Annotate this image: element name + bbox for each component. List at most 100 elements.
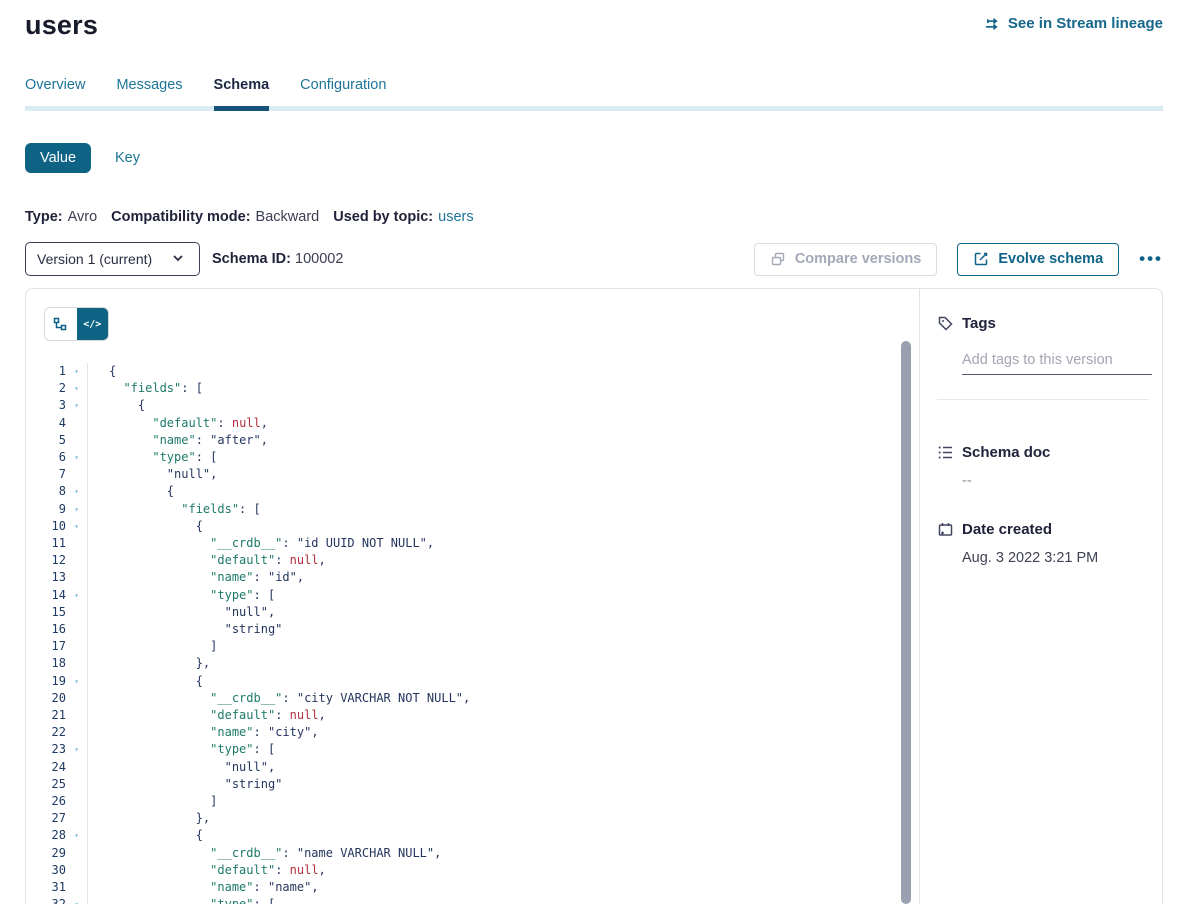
code-text: "default": null, [87, 862, 919, 879]
code-text: { [87, 827, 919, 844]
code-text: ] [87, 638, 919, 655]
fold-spacer [66, 604, 87, 621]
list-icon [937, 444, 954, 461]
code-line: 28▾ { [44, 827, 919, 844]
line-number: 13 [44, 569, 66, 586]
fold-spacer [66, 793, 87, 810]
code-text: { [87, 483, 919, 500]
code-line: 9▾ "fields": [ [44, 501, 919, 518]
tab-messages[interactable]: Messages [116, 77, 182, 106]
fold-spacer [66, 432, 87, 449]
more-options-button[interactable]: ••• [1139, 249, 1163, 269]
edit-icon [973, 251, 990, 268]
sidebar-divider [937, 399, 1149, 400]
line-number: 6 [44, 449, 66, 466]
code-text: "string" [87, 776, 919, 793]
code-line: 18 }, [44, 655, 919, 672]
code-text: "__crdb__": "name VARCHAR NULL", [87, 845, 919, 862]
line-number: 8 [44, 483, 66, 500]
fold-arrow-icon[interactable]: ▾ [66, 363, 87, 380]
type-label: Type: [25, 209, 63, 225]
tab-bar: Overview Messages Schema Configuration [25, 77, 1163, 106]
code-line: 15 "null", [44, 604, 919, 621]
used-by-topic-label: Used by topic: [333, 209, 433, 225]
see-in-stream-lineage-link[interactable]: See in Stream lineage [984, 15, 1163, 32]
stream-lineage-icon [984, 15, 1001, 32]
fold-arrow-icon[interactable]: ▾ [66, 483, 87, 500]
fold-spacer [66, 466, 87, 483]
fold-spacer [66, 415, 87, 432]
fold-arrow-icon[interactable]: ▾ [66, 380, 87, 397]
line-number: 11 [44, 535, 66, 552]
compatibility-value: Backward [256, 209, 320, 225]
code-text: "type": [ [87, 587, 919, 604]
editor-view-toggle: </> [44, 307, 109, 341]
fold-arrow-icon[interactable]: ▾ [66, 449, 87, 466]
code-text: "default": null, [87, 415, 919, 432]
schema-doc-heading: Schema doc [937, 444, 1149, 461]
page-title: users [25, 10, 98, 41]
code-text: "fields": [ [87, 380, 919, 397]
code-line: 24 "null", [44, 759, 919, 776]
line-number: 1 [44, 363, 66, 380]
code-text: "default": null, [87, 552, 919, 569]
value-tab-button[interactable]: Value [25, 143, 91, 173]
tab-overview[interactable]: Overview [25, 77, 85, 106]
schema-editor: </> 1▾{2▾ "fields": [3▾ {4 "default": nu… [26, 289, 919, 904]
code-line: 29 "__crdb__": "name VARCHAR NULL", [44, 845, 919, 862]
code-line: 32▾ "type": [ [44, 896, 919, 904]
code-line: 27 }, [44, 810, 919, 827]
line-number: 30 [44, 862, 66, 879]
code-line: 10▾ { [44, 518, 919, 535]
code-view-icon: </> [83, 319, 101, 330]
code-text: "default": null, [87, 707, 919, 724]
fold-arrow-icon[interactable]: ▾ [66, 673, 87, 690]
tags-heading: Tags [937, 315, 1149, 332]
fold-arrow-icon[interactable]: ▾ [66, 397, 87, 414]
line-number: 22 [44, 724, 66, 741]
evolve-schema-button[interactable]: Evolve schema [957, 243, 1119, 276]
date-created-heading: Date created [937, 521, 1149, 538]
line-number: 9 [44, 501, 66, 518]
line-number: 28 [44, 827, 66, 844]
line-number: 20 [44, 690, 66, 707]
code-line: 19▾ { [44, 673, 919, 690]
used-by-topic-link[interactable]: users [438, 209, 473, 225]
code-line: 7 "null", [44, 466, 919, 483]
fold-arrow-icon[interactable]: ▾ [66, 827, 87, 844]
tab-track [25, 106, 1163, 111]
code-line: 26 ] [44, 793, 919, 810]
tab-configuration[interactable]: Configuration [300, 77, 386, 106]
code-text: ] [87, 793, 919, 810]
fold-spacer [66, 759, 87, 776]
schema-doc-value: -- [962, 473, 1149, 489]
code-text: "null", [87, 759, 919, 776]
fold-arrow-icon[interactable]: ▾ [66, 501, 87, 518]
fold-arrow-icon[interactable]: ▾ [66, 741, 87, 758]
schema-panel: </> 1▾{2▾ "fields": [3▾ {4 "default": nu… [25, 288, 1163, 904]
code-text: "name": "name", [87, 879, 919, 896]
line-number: 5 [44, 432, 66, 449]
fold-arrow-icon[interactable]: ▾ [66, 518, 87, 535]
code-view-button[interactable]: </> [77, 308, 109, 340]
tree-view-button[interactable] [45, 308, 77, 340]
line-number: 18 [44, 655, 66, 672]
schema-id: Schema ID: 100002 [212, 251, 343, 267]
compare-versions-button[interactable]: Compare versions [754, 243, 938, 276]
add-tags-input[interactable] [962, 350, 1152, 375]
fold-arrow-icon[interactable]: ▾ [66, 587, 87, 604]
code-line: 2▾ "fields": [ [44, 380, 919, 397]
code-line: 23▾ "type": [ [44, 741, 919, 758]
line-number: 32 [44, 896, 66, 904]
tag-icon [937, 315, 954, 332]
fold-arrow-icon[interactable]: ▾ [66, 896, 87, 904]
line-number: 27 [44, 810, 66, 827]
key-tab-button[interactable]: Key [115, 150, 140, 166]
code-line: 14▾ "type": [ [44, 587, 919, 604]
code-text: { [87, 673, 919, 690]
tab-schema[interactable]: Schema [214, 77, 270, 106]
version-select[interactable]: Version 1 (current) [25, 242, 200, 276]
fold-spacer [66, 845, 87, 862]
code-text: "__crdb__": "id UUID NOT NULL", [87, 535, 919, 552]
editor-scrollbar[interactable] [901, 341, 911, 904]
